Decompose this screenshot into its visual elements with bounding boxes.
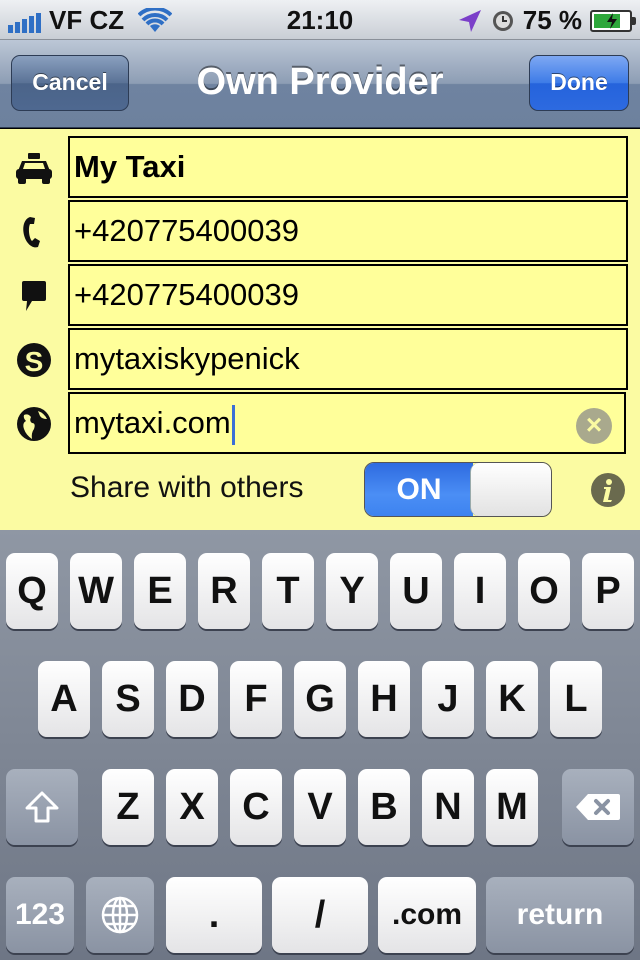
speech-bubble-icon (22, 281, 46, 311)
key-y[interactable]: Y (326, 553, 378, 629)
backspace-icon (576, 794, 620, 820)
name-field[interactable]: My Taxi (68, 136, 628, 198)
key-m[interactable]: M (486, 769, 538, 845)
key-c[interactable]: C (230, 769, 282, 845)
key-k[interactable]: K (486, 661, 538, 737)
shift-icon (25, 791, 59, 823)
key-o[interactable]: O (518, 553, 570, 629)
text-caret (231, 404, 235, 445)
globe-keyboard-icon (101, 896, 139, 934)
toggle-on-label: ON (365, 463, 473, 516)
key-n[interactable]: N (422, 769, 474, 845)
key-d[interactable]: D (166, 661, 218, 737)
key-h[interactable]: H (358, 661, 410, 737)
globe-key[interactable] (86, 877, 154, 953)
shift-key[interactable] (6, 769, 78, 845)
key-b[interactable]: B (358, 769, 410, 845)
done-button[interactable]: Done (529, 55, 629, 111)
key-e[interactable]: E (134, 553, 186, 629)
skype-icon: S (17, 343, 51, 377)
web-field-text: mytaxi.com (74, 405, 231, 440)
navigation-bar: Own Provider Cancel Done (0, 40, 640, 128)
taxi-icon (16, 153, 52, 184)
name-row: My Taxi (0, 136, 640, 198)
web-row: mytaxi.com × (0, 392, 640, 454)
key-u[interactable]: U (390, 553, 442, 629)
keyboard: Q W E R T Y U I O P A S D F G H J K L Z … (0, 530, 640, 960)
skype-field[interactable]: mytaxiskypenick (68, 328, 628, 390)
backspace-key[interactable] (562, 769, 634, 845)
svg-text:S: S (25, 346, 44, 377)
dot-key[interactable]: . (166, 877, 262, 953)
battery-percent: 75 % (522, 5, 582, 35)
status-right: 75 % (457, 5, 636, 36)
phone-icon (23, 217, 40, 248)
slash-key[interactable]: / (272, 877, 368, 953)
key-v[interactable]: V (294, 769, 346, 845)
cancel-button[interactable]: Cancel (11, 55, 129, 111)
key-s[interactable]: S (102, 661, 154, 737)
return-key[interactable]: return (486, 877, 634, 953)
key-a[interactable]: A (38, 661, 90, 737)
key-g[interactable]: G (294, 661, 346, 737)
key-j[interactable]: J (422, 661, 474, 737)
location-icon (458, 9, 481, 32)
battery-charging-icon (590, 9, 636, 32)
key-p[interactable]: P (582, 553, 634, 629)
phone-row: +420775400039 (0, 200, 640, 262)
key-r[interactable]: R (198, 553, 250, 629)
sms-row: +420775400039 (0, 264, 640, 326)
share-toggle[interactable]: ON (364, 462, 552, 517)
key-q[interactable]: Q (6, 553, 58, 629)
key-w[interactable]: W (70, 553, 122, 629)
key-z[interactable]: Z (102, 769, 154, 845)
sms-field[interactable]: +420775400039 (68, 264, 628, 326)
toggle-thumb[interactable] (470, 463, 551, 516)
clear-text-icon[interactable]: × (576, 408, 612, 444)
info-icon[interactable] (590, 472, 626, 508)
dotcom-key[interactable]: .com (378, 877, 476, 953)
provider-form: My Taxi +420775400039 +420775400039 S my… (0, 129, 640, 530)
key-i[interactable]: I (454, 553, 506, 629)
alarm-icon (492, 10, 513, 31)
phone-field[interactable]: +420775400039 (68, 200, 628, 262)
web-field[interactable]: mytaxi.com × (68, 392, 626, 454)
key-t[interactable]: T (262, 553, 314, 629)
status-bar: VF CZ 21:10 75 % (0, 0, 640, 40)
globe-icon (17, 407, 51, 441)
skype-row: S mytaxiskypenick (0, 328, 640, 390)
key-x[interactable]: X (166, 769, 218, 845)
numbers-key[interactable]: 123 (6, 877, 74, 953)
share-label: Share with others (70, 471, 304, 504)
key-l[interactable]: L (550, 661, 602, 737)
key-f[interactable]: F (230, 661, 282, 737)
